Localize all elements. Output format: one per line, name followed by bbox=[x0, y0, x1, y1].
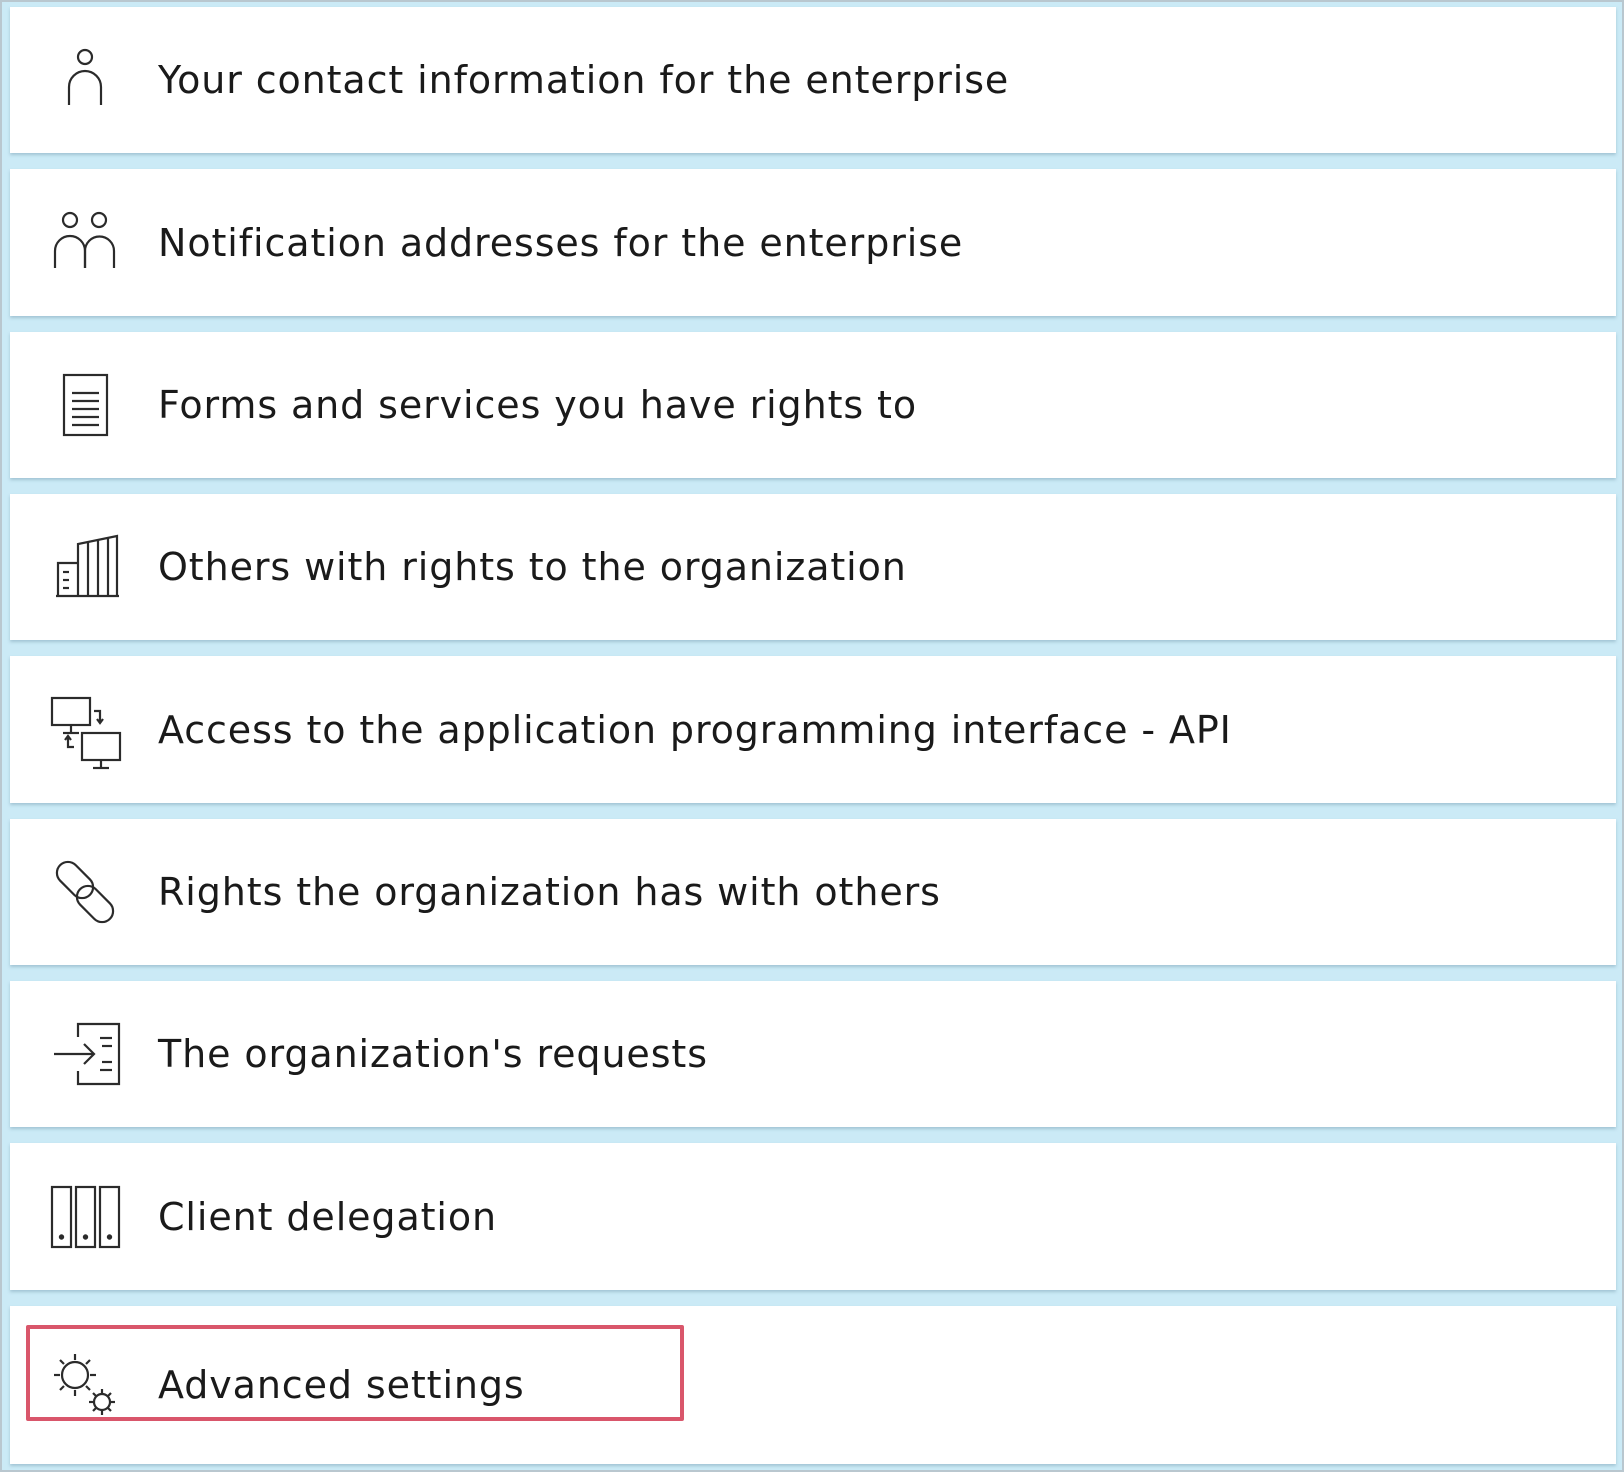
settings-menu-list: Your contact information for the enterpr… bbox=[10, 7, 1616, 1464]
menu-item-rights-with-others[interactable]: Rights the organization has with others bbox=[10, 818, 1616, 966]
menu-item-label: Advanced settings bbox=[158, 1362, 525, 1407]
menu-item-client-delegation[interactable]: Client delegation bbox=[10, 1143, 1616, 1290]
menu-item-label: Access to the application programming in… bbox=[158, 707, 1232, 752]
menu-item-forms-and-services[interactable]: Forms and services you have rights to bbox=[10, 331, 1616, 479]
menu-item-label: Your contact information for the enterpr… bbox=[158, 58, 1010, 103]
menu-item-label: Client delegation bbox=[158, 1194, 498, 1239]
inbox-arrow-document-icon bbox=[44, 1013, 126, 1095]
menu-item-api-access[interactable]: Access to the application programming in… bbox=[10, 656, 1616, 803]
menu-item-label: Notification addresses for the enterpris… bbox=[158, 220, 964, 265]
menu-item-notification-addresses[interactable]: Notification addresses for the enterpris… bbox=[10, 169, 1616, 316]
settings-menu-frame: Your contact information for the enterpr… bbox=[0, 0, 1624, 1472]
menu-item-contact-information[interactable]: Your contact information for the enterpr… bbox=[10, 7, 1616, 154]
menu-item-label: Forms and services you have rights to bbox=[158, 382, 917, 427]
menu-item-organization-requests[interactable]: The organization's requests bbox=[10, 981, 1616, 1128]
menu-item-label: Others with rights to the organization bbox=[158, 545, 907, 590]
link-icon bbox=[44, 851, 126, 933]
connected-computers-icon bbox=[44, 689, 126, 771]
two-people-icon bbox=[44, 202, 126, 284]
person-icon bbox=[44, 39, 126, 121]
building-icon bbox=[44, 526, 126, 608]
gears-icon bbox=[44, 1344, 126, 1426]
document-icon bbox=[44, 364, 126, 446]
menu-item-label: The organization's requests bbox=[158, 1032, 708, 1077]
binders-icon bbox=[44, 1176, 126, 1258]
menu-item-others-with-rights[interactable]: Others with rights to the organization bbox=[10, 494, 1616, 641]
menu-item-label: Rights the organization has with others bbox=[158, 869, 941, 914]
menu-item-advanced-settings[interactable]: Advanced settings bbox=[10, 1305, 1616, 1464]
